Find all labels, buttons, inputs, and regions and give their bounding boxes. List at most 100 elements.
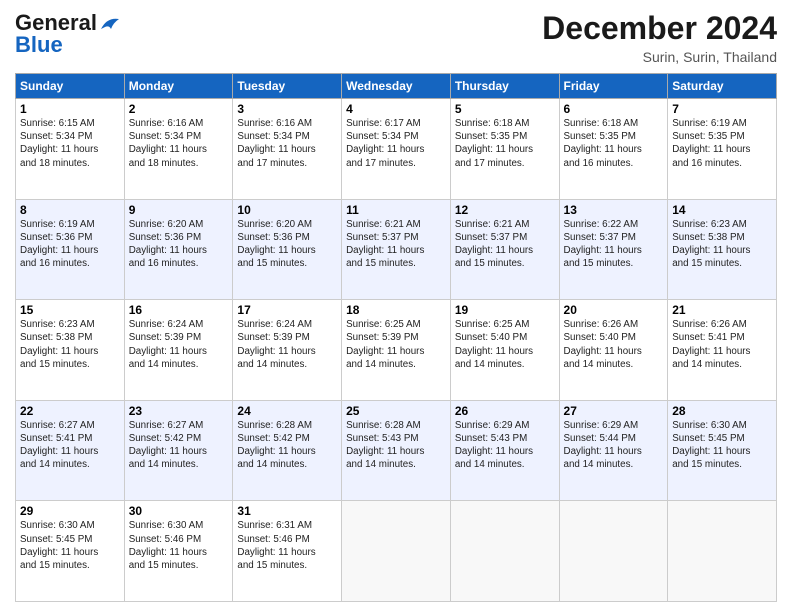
day-info: Sunrise: 6:21 AMSunset: 5:37 PMDaylight:… — [455, 219, 533, 270]
table-cell: 27Sunrise: 6:29 AMSunset: 5:44 PMDayligh… — [559, 400, 668, 501]
day-number: 28 — [672, 404, 772, 418]
day-info: Sunrise: 6:27 AMSunset: 5:41 PMDaylight:… — [20, 420, 98, 471]
table-cell: 18 Sunrise: 6:25 AMSunset: 5:39 PMDayligh… — [342, 300, 451, 401]
table-cell: 14 Sunrise: 6:23 AMSunset: 5:38 PMDayligh… — [668, 199, 777, 300]
day-info: Sunrise: 6:20 AMSunset: 5:36 PMDaylight:… — [237, 219, 315, 270]
calendar-row-3: 15 Sunrise: 6:23 AMSunset: 5:38 PMDayligh… — [16, 300, 777, 401]
day-info: Sunrise: 6:25 AMSunset: 5:39 PMDaylight:… — [346, 319, 424, 370]
day-number: 15 — [20, 303, 120, 317]
col-saturday: Saturday — [668, 74, 777, 99]
day-number: 8 — [20, 203, 120, 217]
day-number: 17 — [237, 303, 337, 317]
day-info: Sunrise: 6:26 AMSunset: 5:40 PMDaylight:… — [564, 319, 642, 370]
day-info: Sunrise: 6:16 AMSunset: 5:34 PMDaylight:… — [129, 118, 207, 169]
table-cell: 5 Sunrise: 6:18 AMSunset: 5:35 PMDaylight… — [450, 99, 559, 200]
table-cell: 17Sunrise: 6:24 AMSunset: 5:39 PMDayligh… — [233, 300, 342, 401]
day-info: Sunrise: 6:23 AMSunset: 5:38 PMDaylight:… — [20, 319, 98, 370]
day-info: Sunrise: 6:19 AMSunset: 5:36 PMDaylight:… — [20, 219, 98, 270]
table-cell: 29 Sunrise: 6:30 AMSunset: 5:45 PMDayligh… — [16, 501, 125, 602]
header: General Blue December 2024 Surin, Surin,… — [15, 10, 777, 65]
col-tuesday: Tuesday — [233, 74, 342, 99]
month-title: December 2024 — [542, 10, 777, 47]
table-cell: 11Sunrise: 6:21 AMSunset: 5:37 PMDayligh… — [342, 199, 451, 300]
col-thursday: Thursday — [450, 74, 559, 99]
day-number: 2 — [129, 102, 229, 116]
day-number: 18 — [346, 303, 446, 317]
day-info: Sunrise: 6:27 AMSunset: 5:42 PMDaylight:… — [129, 420, 207, 471]
col-sunday: Sunday — [16, 74, 125, 99]
calendar-row-1: 1 Sunrise: 6:15 AMSunset: 5:34 PMDaylight… — [16, 99, 777, 200]
day-number: 9 — [129, 203, 229, 217]
calendar-row-5: 29 Sunrise: 6:30 AMSunset: 5:45 PMDayligh… — [16, 501, 777, 602]
logo: General Blue — [15, 10, 121, 58]
table-cell: 10 Sunrise: 6:20 AMSunset: 5:36 PMDayligh… — [233, 199, 342, 300]
day-info: Sunrise: 6:20 AMSunset: 5:36 PMDaylight:… — [129, 219, 207, 270]
day-number: 31 — [237, 504, 337, 518]
table-cell: 30 Sunrise: 6:30 AMSunset: 5:46 PMDayligh… — [124, 501, 233, 602]
logo-blue: Blue — [15, 32, 63, 58]
table-cell — [559, 501, 668, 602]
table-cell — [668, 501, 777, 602]
table-cell: 4 Sunrise: 6:17 AMSunset: 5:34 PMDaylight… — [342, 99, 451, 200]
day-number: 24 — [237, 404, 337, 418]
day-number: 14 — [672, 203, 772, 217]
page-container: General Blue December 2024 Surin, Surin,… — [0, 0, 792, 612]
day-info: Sunrise: 6:19 AMSunset: 5:35 PMDaylight:… — [672, 118, 750, 169]
table-cell: 28Sunrise: 6:30 AMSunset: 5:45 PMDayligh… — [668, 400, 777, 501]
day-info: Sunrise: 6:30 AMSunset: 5:46 PMDaylight:… — [129, 520, 207, 571]
day-number: 26 — [455, 404, 555, 418]
calendar-row-2: 8 Sunrise: 6:19 AMSunset: 5:36 PMDaylight… — [16, 199, 777, 300]
table-cell: 3 Sunrise: 6:16 AMSunset: 5:34 PMDaylight… — [233, 99, 342, 200]
day-number: 30 — [129, 504, 229, 518]
day-info: Sunrise: 6:15 AMSunset: 5:34 PMDaylight:… — [20, 118, 98, 169]
table-cell: 20Sunrise: 6:26 AMSunset: 5:40 PMDayligh… — [559, 300, 668, 401]
table-cell: 22 Sunrise: 6:27 AMSunset: 5:41 PMDayligh… — [16, 400, 125, 501]
table-cell: 8 Sunrise: 6:19 AMSunset: 5:36 PMDaylight… — [16, 199, 125, 300]
day-info: Sunrise: 6:28 AMSunset: 5:42 PMDaylight:… — [237, 420, 315, 471]
col-monday: Monday — [124, 74, 233, 99]
table-cell: 21 Sunrise: 6:26 AMSunset: 5:41 PMDayligh… — [668, 300, 777, 401]
table-cell — [342, 501, 451, 602]
day-info: Sunrise: 6:17 AMSunset: 5:34 PMDaylight:… — [346, 118, 424, 169]
location: Surin, Surin, Thailand — [542, 49, 777, 65]
day-number: 7 — [672, 102, 772, 116]
day-number: 10 — [237, 203, 337, 217]
table-cell: 2 Sunrise: 6:16 AMSunset: 5:34 PMDaylight… — [124, 99, 233, 200]
day-number: 27 — [564, 404, 664, 418]
day-number: 29 — [20, 504, 120, 518]
calendar-header-row: Sunday Monday Tuesday Wednesday Thursday… — [16, 74, 777, 99]
table-cell: 13 Sunrise: 6:22 AMSunset: 5:37 PMDayligh… — [559, 199, 668, 300]
day-info: Sunrise: 6:25 AMSunset: 5:40 PMDaylight:… — [455, 319, 533, 370]
day-number: 3 — [237, 102, 337, 116]
day-number: 25 — [346, 404, 446, 418]
calendar-row-4: 22 Sunrise: 6:27 AMSunset: 5:41 PMDayligh… — [16, 400, 777, 501]
col-friday: Friday — [559, 74, 668, 99]
day-number: 12 — [455, 203, 555, 217]
table-cell: 9 Sunrise: 6:20 AMSunset: 5:36 PMDaylight… — [124, 199, 233, 300]
day-number: 22 — [20, 404, 120, 418]
table-cell: 12 Sunrise: 6:21 AMSunset: 5:37 PMDayligh… — [450, 199, 559, 300]
day-number: 5 — [455, 102, 555, 116]
calendar-table: Sunday Monday Tuesday Wednesday Thursday… — [15, 73, 777, 602]
day-number: 16 — [129, 303, 229, 317]
col-wednesday: Wednesday — [342, 74, 451, 99]
day-info: Sunrise: 6:22 AMSunset: 5:37 PMDaylight:… — [564, 219, 642, 270]
table-cell — [450, 501, 559, 602]
day-info: Sunrise: 6:23 AMSunset: 5:38 PMDaylight:… — [672, 219, 750, 270]
logo-bird-icon — [99, 15, 121, 33]
day-info: Sunrise: 6:24 AMSunset: 5:39 PMDaylight:… — [129, 319, 207, 370]
day-info: Sunrise: 6:31 AMSunset: 5:46 PMDaylight:… — [237, 520, 315, 571]
day-info: Sunrise: 6:26 AMSunset: 5:41 PMDaylight:… — [672, 319, 750, 370]
day-info: Sunrise: 6:21 AMSunset: 5:37 PMDaylight:… — [346, 219, 424, 270]
day-info: Sunrise: 6:16 AMSunset: 5:34 PMDaylight:… — [237, 118, 315, 169]
day-info: Sunrise: 6:18 AMSunset: 5:35 PMDaylight:… — [455, 118, 533, 169]
day-info: Sunrise: 6:28 AMSunset: 5:43 PMDaylight:… — [346, 420, 424, 471]
table-cell: 23Sunrise: 6:27 AMSunset: 5:42 PMDayligh… — [124, 400, 233, 501]
day-info: Sunrise: 6:30 AMSunset: 5:45 PMDaylight:… — [20, 520, 98, 571]
day-info: Sunrise: 6:18 AMSunset: 5:35 PMDaylight:… — [564, 118, 642, 169]
table-cell: 24 Sunrise: 6:28 AMSunset: 5:42 PMDayligh… — [233, 400, 342, 501]
day-number: 13 — [564, 203, 664, 217]
day-number: 21 — [672, 303, 772, 317]
day-number: 1 — [20, 102, 120, 116]
day-number: 4 — [346, 102, 446, 116]
